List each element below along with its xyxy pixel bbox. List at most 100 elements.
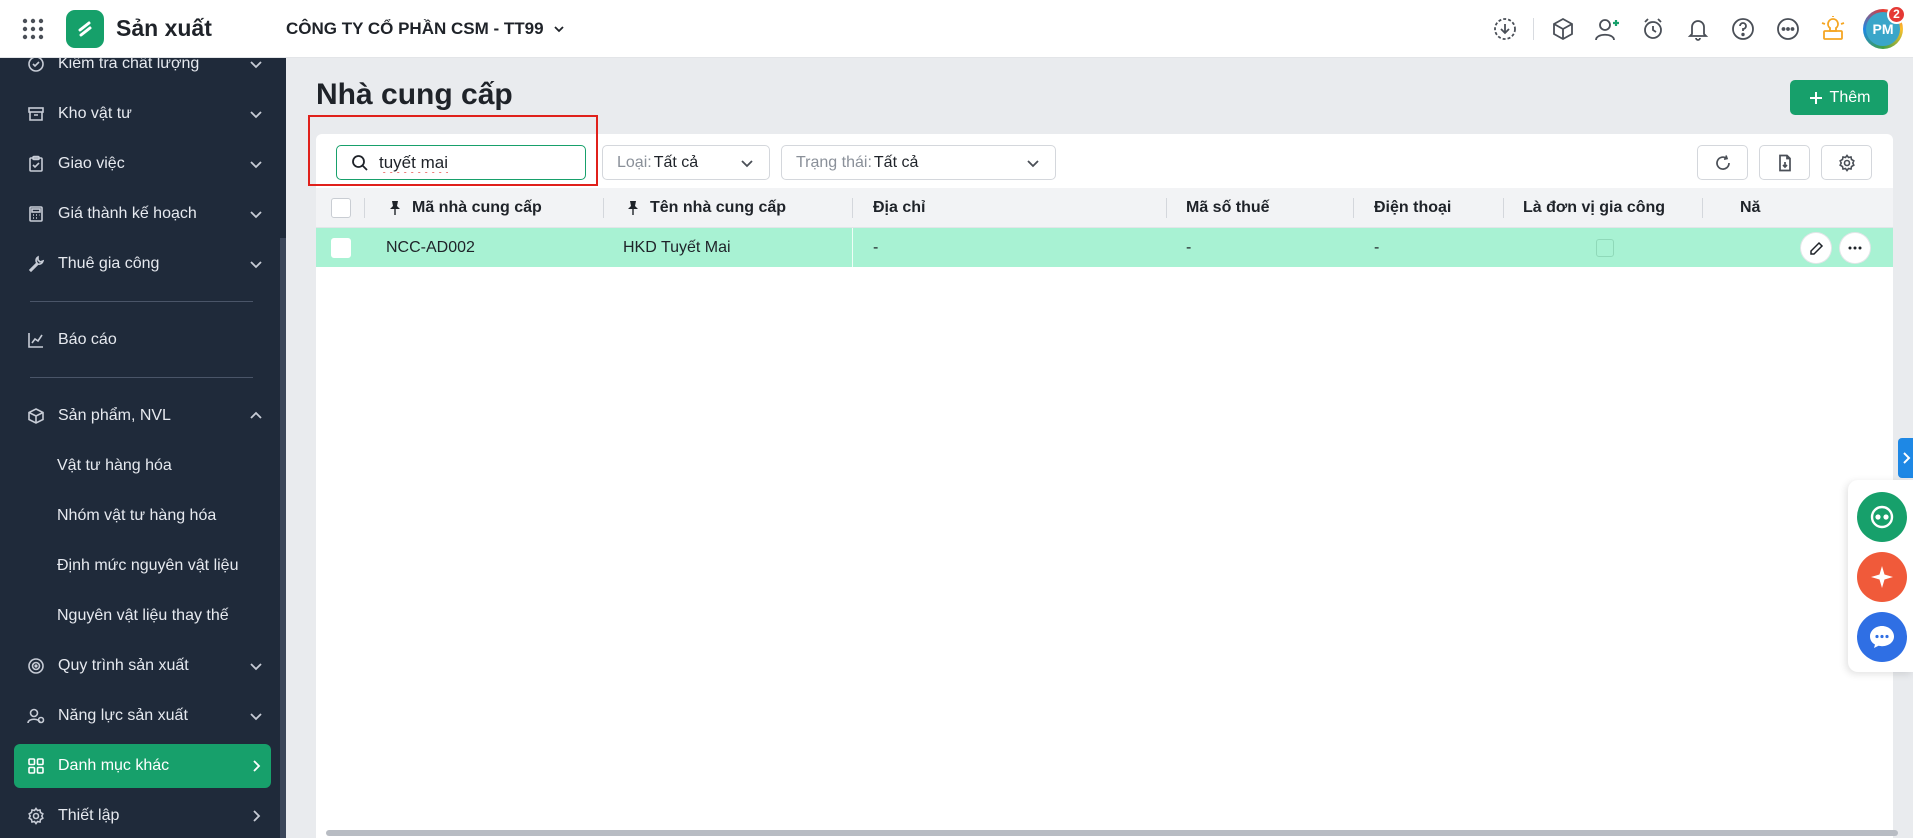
sidebar-item-production-capacity[interactable]: Năng lực sản xuất	[14, 694, 271, 738]
chevron-down-icon	[241, 157, 271, 171]
apps-grid-icon[interactable]	[0, 0, 66, 58]
status-filter-value: Tất cả	[873, 153, 919, 171]
cell-address: -	[873, 238, 879, 256]
column-header-label: Tên nhà cung cấp	[650, 199, 787, 216]
sidebar-item-label: Danh mục khác	[58, 757, 170, 774]
chevron-down-icon	[241, 57, 271, 71]
cell-code: NCC-AD002	[386, 238, 475, 256]
sidebar-subitem-materials[interactable]: Vật tư hàng hóa	[57, 446, 172, 486]
type-filter-label: Loại:	[617, 153, 652, 171]
ai-assistant-button[interactable]	[1857, 552, 1907, 602]
status-filter-label: Trạng thái:	[796, 153, 872, 171]
sidebar-item-planned-cost[interactable]: Giá thành kế hoạch	[14, 192, 271, 236]
cell-phone: -	[1374, 238, 1380, 256]
column-divider	[364, 198, 365, 218]
more-icon[interactable]	[1765, 6, 1810, 51]
bell-icon[interactable]	[1675, 6, 1720, 51]
checkbox[interactable]	[331, 198, 351, 218]
column-header-tax-code[interactable]: Mã số thuế	[1186, 188, 1270, 228]
add-user-icon[interactable]	[1585, 6, 1630, 51]
sidebar-item-label: Kho vật tư	[58, 105, 132, 122]
type-filter-select[interactable]: Loại: Tất cả	[602, 145, 770, 180]
sidebar-item-assignments[interactable]: Giao việc	[14, 142, 271, 186]
row-more-button[interactable]	[1840, 233, 1870, 263]
top-actions: PM 2	[1482, 4, 1913, 51]
sidebar-subitem-substitute-materials[interactable]: Nguyên vật liệu thay thế	[57, 596, 229, 636]
help-icon[interactable]	[1720, 6, 1765, 51]
messenger-button[interactable]	[1857, 612, 1907, 662]
refresh-button[interactable]	[1697, 145, 1748, 180]
company-name: CÔNG TY CỔ PHẦN CSM - TT99	[286, 18, 544, 38]
sidebar-item-label: Năng lực sản xuất	[58, 707, 188, 724]
add-button[interactable]: Thêm	[1790, 80, 1888, 115]
sidebar-subitem-material-groups[interactable]: Nhóm vật tư hàng hóa	[57, 496, 216, 536]
row-checkbox-cell[interactable]	[331, 228, 351, 267]
download-icon[interactable]	[1482, 6, 1527, 51]
checkbox[interactable]	[331, 237, 351, 258]
column-divider	[852, 198, 853, 218]
sidebar-divider	[30, 377, 253, 378]
app-logo-icon	[66, 9, 104, 48]
export-file-icon	[1776, 154, 1794, 172]
company-selector[interactable]: CÔNG TY CỔ PHẦN CSM - TT99	[286, 19, 566, 39]
scrollbar-thumb[interactable]	[326, 830, 1898, 836]
sidebar-item-warehouse[interactable]: Kho vật tư	[14, 92, 271, 136]
chat-bubble-icon	[1868, 623, 1896, 651]
calculator-icon	[14, 205, 58, 223]
chat-bot-button[interactable]	[1857, 492, 1907, 542]
chevron-up-icon	[241, 409, 271, 423]
column-divider	[852, 228, 853, 267]
table-header: Mã nhà cung cấp Tên nhà cung cấp Địa chỉ…	[316, 188, 1893, 228]
clipboard-icon	[14, 155, 58, 173]
sidebar-item-label: Thuê gia công	[58, 255, 160, 272]
top-bar: Sản xuất CÔNG TY CỔ PHẦN CSM - TT99 PM 2	[0, 0, 1913, 58]
wrench-icon	[14, 255, 58, 273]
column-header-outsourcing-unit[interactable]: Là đơn vị gia công	[1523, 188, 1665, 228]
sidebar-item-settings[interactable]: Thiết lập	[14, 794, 271, 838]
pin-icon	[388, 200, 402, 216]
sidebar-subitem-material-norms[interactable]: Định mức nguyên vật liệu	[57, 546, 238, 586]
chevron-right-icon	[241, 809, 271, 823]
sidebar-item-production-process[interactable]: Quy trình sản xuất	[14, 644, 271, 688]
chevron-right-icon	[241, 759, 271, 773]
lightbulb-icon[interactable]	[1810, 6, 1855, 51]
table-settings-button[interactable]	[1821, 145, 1872, 180]
chevron-right-icon	[1901, 451, 1911, 465]
status-filter-select[interactable]: Trạng thái: Tất cả	[781, 145, 1056, 180]
cell-outsourcing-checkbox[interactable]	[1596, 228, 1614, 267]
user-avatar[interactable]: PM 2	[1863, 4, 1906, 49]
column-header-truncated[interactable]: Nă	[1740, 188, 1778, 228]
page-title: Nhà cung cấp	[316, 78, 513, 111]
gear-icon	[1838, 153, 1856, 172]
table-row[interactable]: NCC-AD002 HKD Tuyết Mai - - -	[316, 228, 1893, 267]
export-button[interactable]	[1759, 145, 1810, 180]
column-header-address[interactable]: Địa chỉ	[873, 188, 925, 228]
sidebar-item-label: Thiết lập	[58, 807, 120, 824]
gear-icon	[14, 807, 58, 825]
alarm-clock-icon[interactable]	[1630, 6, 1675, 51]
sidebar-item-reports[interactable]: Báo cáo	[14, 318, 271, 362]
sidebar-item-label: Báo cáo	[58, 331, 117, 348]
expand-panel-tab[interactable]	[1898, 438, 1913, 478]
checkbox[interactable]	[1596, 238, 1614, 257]
more-horizontal-icon	[1847, 240, 1863, 256]
column-header-code[interactable]: Mã nhà cung cấp	[388, 188, 542, 228]
column-header-name[interactable]: Tên nhà cung cấp	[626, 188, 786, 228]
column-header-phone[interactable]: Điện thoại	[1374, 188, 1451, 228]
select-all-checkbox[interactable]	[331, 188, 351, 228]
cell-name: HKD Tuyết Mai	[623, 238, 731, 256]
sparkle-icon	[1869, 564, 1895, 590]
package-icon[interactable]	[1540, 6, 1585, 51]
sidebar-item-products[interactable]: Sản phẩm, NVL	[14, 394, 271, 438]
sidebar-item-outsourcing[interactable]: Thuê gia công	[14, 242, 271, 286]
sidebar-scrollbar[interactable]	[280, 238, 286, 838]
chevron-down-icon	[241, 107, 271, 121]
search-box[interactable]	[336, 145, 586, 180]
refresh-icon	[1714, 154, 1732, 172]
sidebar-item-other-catalogs[interactable]: Danh mục khác	[14, 744, 271, 788]
edit-button[interactable]	[1801, 233, 1831, 263]
sidebar-divider	[30, 301, 253, 302]
horizontal-scrollbar[interactable]	[318, 826, 1898, 838]
notification-badge: 2	[1887, 4, 1906, 24]
search-input[interactable]	[379, 152, 569, 173]
